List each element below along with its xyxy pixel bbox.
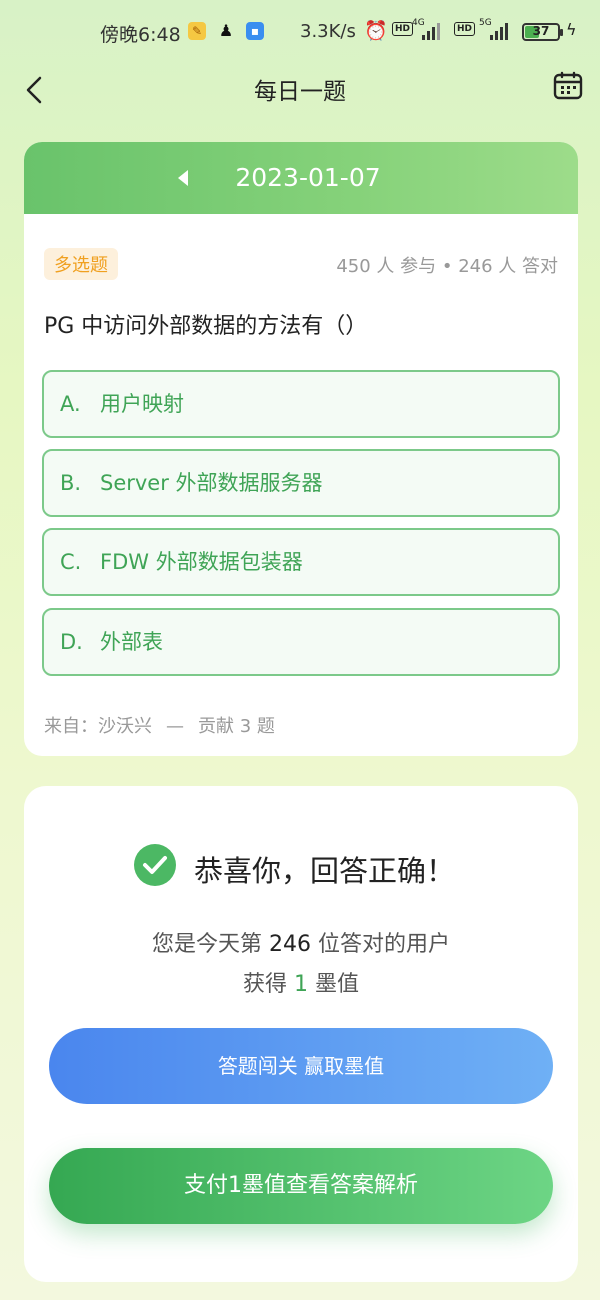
option-text: 用户映射 (100, 392, 184, 416)
qq-icon: ♟ (218, 21, 234, 40)
question-type-tag: 多选题 (44, 248, 118, 280)
source-author[interactable]: 来自：沙沃兴 (44, 716, 152, 737)
hd-badge-1: HD (392, 22, 414, 36)
reward-line: 获得 1 墨值 (24, 966, 578, 998)
reward-suffix: 墨值 (315, 972, 360, 997)
question-source: 来自：沙沃兴 — 贡献 3 题 (44, 712, 275, 738)
option-c[interactable]: C. FDW 外部数据包装器 (42, 528, 560, 596)
app-icon-1: ✎ (188, 22, 206, 40)
view-answer-button[interactable]: 支付1墨值查看答案解析 (49, 1148, 553, 1224)
success-check-icon (134, 844, 176, 886)
signal-icon-1 (422, 22, 440, 40)
participation-stats: 450 人 参与 • 246 人 答对 (336, 256, 558, 277)
rank-line: 您是今天第 246 位答对的用户 (24, 926, 578, 958)
nav-bar: 每日一题 (0, 62, 600, 118)
battery-icon: 37 (522, 23, 563, 41)
rank-number: 246 (269, 932, 311, 957)
status-bar: 傍晚6:48 ✎ ♟ ▪ 3.3K/s ⏰ HD 4G HD 5G 37 ϟ (0, 0, 600, 62)
date-header: 2023-01-07 (24, 142, 578, 214)
calendar-button[interactable] (552, 70, 584, 102)
status-time: 傍晚6:48 (100, 24, 181, 46)
app-icon-2: ▪ (246, 22, 264, 40)
signal-icon-2 (490, 22, 508, 40)
option-b[interactable]: B. Server 外部数据服务器 (42, 449, 560, 517)
option-letter: B. (60, 471, 82, 495)
charging-icon: ϟ (566, 20, 577, 39)
challenge-button[interactable]: 答题闯关 赢取墨值 (49, 1028, 553, 1104)
reward-number: 1 (294, 972, 308, 997)
result-card: 恭喜你，回答正确！ 您是今天第 246 位答对的用户 获得 1 墨值 答题闯关 … (24, 786, 578, 1282)
option-letter: A. (60, 392, 81, 416)
option-text: FDW 外部数据包装器 (100, 550, 303, 574)
battery-level: 37 (532, 24, 550, 38)
option-text: 外部表 (100, 630, 163, 654)
question-date[interactable]: 2023-01-07 (24, 163, 578, 192)
result-title: 恭喜你，回答正确！ (194, 854, 456, 888)
rank-suffix: 位答对的用户 (318, 932, 451, 957)
rank-prefix: 您是今天第 (151, 932, 262, 957)
net-speed: 3.3K/s (300, 21, 356, 42)
question-text: PG 中访问外部数据的方法有（） (44, 314, 368, 339)
option-text: Server 外部数据服务器 (100, 471, 323, 495)
source-separator: — (166, 716, 184, 737)
reward-prefix: 获得 (242, 972, 287, 997)
option-letter: C. (60, 550, 82, 574)
question-card: 2023-01-07 多选题 450 人 参与 • 246 人 答对 PG 中访… (24, 142, 578, 756)
source-contribution: 贡献 3 题 (198, 716, 275, 737)
alarm-icon: ⏰ (364, 20, 388, 42)
hd-badge-2: HD (454, 22, 476, 36)
option-d[interactable]: D. 外部表 (42, 608, 560, 676)
option-letter: D. (60, 630, 83, 654)
option-a[interactable]: A. 用户映射 (42, 370, 560, 438)
calendar-icon (553, 71, 583, 100)
page-title: 每日一题 (254, 79, 346, 105)
